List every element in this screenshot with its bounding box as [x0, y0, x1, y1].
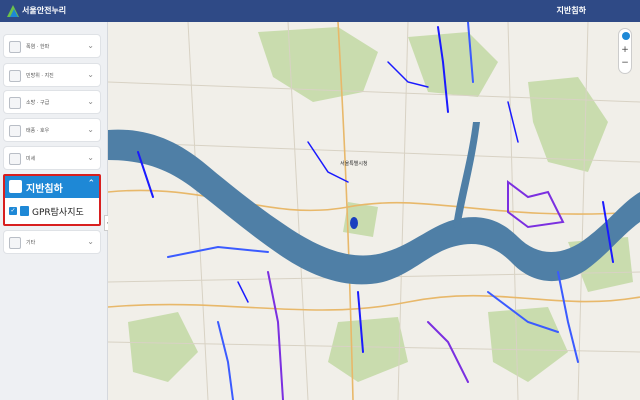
category-label: 미세 — [26, 156, 36, 162]
chevron-up-icon: ⌃ — [87, 179, 95, 189]
layer-checkbox[interactable]: ✓ — [9, 207, 17, 215]
street-view-icon[interactable] — [622, 32, 630, 40]
category-label: 폭염 · 한파 — [26, 44, 50, 50]
layer-label: GPR탐사지도 — [32, 208, 84, 218]
chevron-down-icon: ⌄ — [87, 153, 94, 162]
siren-icon — [9, 70, 21, 82]
category-fine-dust[interactable]: 미세 ⌄ — [3, 146, 101, 170]
category-typhoon-rain[interactable]: 태풍 · 호우 ⌄ — [3, 118, 101, 142]
sidebar: 폭염 · 한파 ⌄ 민방위 · 지진 ⌄ 소방 · 구급 ⌄ 태풍 · 호우 ⌄… — [0, 22, 108, 400]
zoom-in-button[interactable]: + — [619, 45, 631, 55]
page-title: 지반침하 — [556, 6, 586, 15]
gpr-layer-icon — [20, 206, 29, 216]
chevron-down-icon: ⌄ — [87, 237, 94, 246]
sun-icon — [9, 41, 21, 53]
map-canvas[interactable]: 서울특별시청 — [108, 22, 640, 400]
category-label: 지반침하 — [26, 184, 63, 195]
category-subsidence-panel: 지반침하 ⌃ ✓ GPR탐사지도 — [3, 174, 101, 226]
etc-icon — [9, 237, 21, 249]
category-subsidence-header[interactable]: 지반침하 ⌃ — [5, 176, 99, 198]
map-view[interactable]: 서울특별시청 + − — [108, 22, 640, 400]
category-label: 태풍 · 호우 — [26, 128, 50, 134]
layer-gpr-survey-map[interactable]: ✓ GPR탐사지도 — [9, 205, 99, 219]
app-title[interactable]: 서울안전누리 — [22, 5, 66, 16]
chevron-down-icon: ⌄ — [87, 41, 94, 50]
chevron-down-icon: ⌄ — [87, 125, 94, 134]
dust-icon — [9, 153, 21, 165]
zoom-out-button[interactable]: − — [619, 58, 631, 68]
category-label: 소방 · 구급 — [26, 100, 50, 106]
chevron-down-icon: ⌄ — [87, 70, 94, 79]
subsidence-icon — [9, 180, 22, 193]
category-label: 기타 — [26, 240, 36, 246]
typhoon-icon — [9, 125, 21, 137]
fire-icon — [9, 97, 21, 109]
category-label: 민방위 · 지진 — [26, 73, 54, 79]
category-etc[interactable]: 기타 ⌄ — [3, 230, 101, 254]
category-fire-ems[interactable]: 소방 · 구급 ⌄ — [3, 90, 101, 114]
location-pin-icon[interactable] — [350, 217, 358, 229]
app-header: 서울안전누리 지반침하 — [0, 0, 640, 22]
chevron-down-icon: ⌄ — [87, 97, 94, 106]
category-civil-defense[interactable]: 민방위 · 지진 ⌄ — [3, 63, 101, 87]
map-zoom-control: + − — [618, 28, 632, 74]
place-label-city-hall: 서울특별시청 — [340, 160, 368, 167]
category-heat-cold[interactable]: 폭염 · 한파 ⌄ — [3, 34, 101, 58]
seoul-logo-icon[interactable] — [6, 4, 20, 18]
